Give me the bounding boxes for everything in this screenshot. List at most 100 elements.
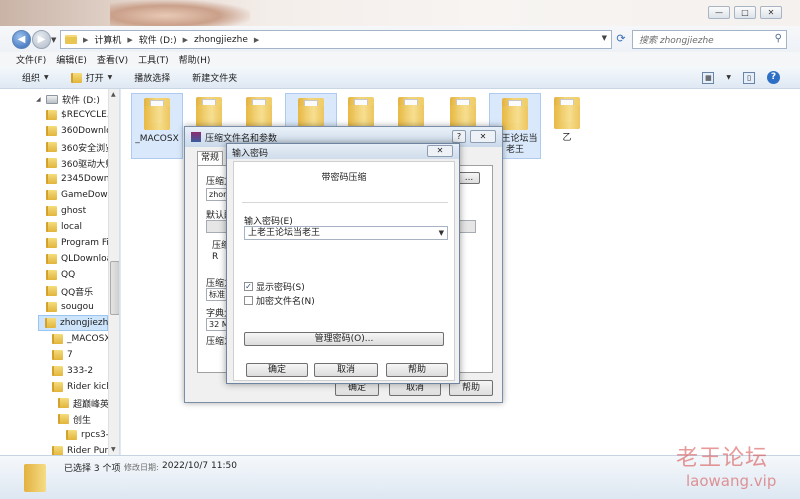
nav-item[interactable]: 360驱动大师: [46, 155, 114, 171]
scrollbar-thumb[interactable]: [110, 261, 119, 315]
menu-tools[interactable]: 工具(T): [138, 53, 169, 66]
chevron-right-icon[interactable]: ▶: [183, 36, 188, 44]
nav-item[interactable]: 360安全浏览: [46, 139, 114, 155]
forward-button[interactable]: ▶: [32, 30, 51, 49]
folder-icon: [58, 414, 69, 424]
back-button[interactable]: ◀: [12, 30, 31, 49]
menu-help[interactable]: 帮助(H): [179, 53, 211, 66]
folder-icon: [46, 190, 57, 200]
organize-button[interactable]: 组织 ▼: [22, 71, 49, 84]
preview-pane-icon[interactable]: ▯: [743, 71, 755, 84]
watermark-url: laowang.vip: [686, 472, 777, 490]
maximize-button[interactable]: □: [734, 6, 756, 19]
folder-icon: [554, 97, 580, 129]
command-bar: 组织 ▼ 打开 ▼ 播放选择 新建文件夹 ▦ ▼ ▯ ?: [0, 67, 800, 89]
file-label: _MACOSX: [135, 134, 179, 144]
folder-icon: [24, 464, 46, 492]
checkbox-checked-icon[interactable]: ✓: [244, 282, 253, 291]
show-password-checkbox[interactable]: ✓ 显示密码(S): [244, 280, 305, 293]
nav-item-label: Rider kick: [67, 382, 112, 392]
folder-icon: [52, 446, 63, 455]
scroll-up-icon[interactable]: ▲: [111, 91, 116, 98]
folder-icon: [52, 382, 63, 392]
help-icon[interactable]: ?: [767, 71, 780, 84]
nav-item[interactable]: Program File: [46, 235, 117, 251]
nav-item[interactable]: 2345Downlo: [46, 171, 117, 187]
chevron-right-icon[interactable]: ▶: [127, 36, 132, 44]
nav-item[interactable]: 创生: [58, 411, 91, 427]
nav-item[interactable]: _MACOSX: [52, 331, 111, 347]
nav-scrollbar[interactable]: ▲ ▼: [108, 89, 119, 455]
scroll-down-icon[interactable]: ▼: [111, 446, 116, 453]
nav-item[interactable]: ghost: [46, 203, 86, 219]
close-button[interactable]: ✕: [427, 145, 453, 157]
nav-item[interactable]: rpcs3-v: [66, 427, 114, 443]
refresh-icon[interactable]: ⟳: [614, 32, 628, 46]
ok-button[interactable]: 确定: [246, 363, 308, 377]
file-item[interactable]: _MACOSX: [131, 93, 183, 159]
chevron-down-icon[interactable]: ▼: [726, 74, 731, 81]
nav-item[interactable]: 333-2: [52, 363, 93, 379]
menu-file[interactable]: 文件(F): [16, 53, 46, 66]
nav-item[interactable]: 7: [52, 347, 73, 363]
watermark-text: 老王论坛: [676, 446, 769, 471]
address-row: ◀ ▶ ▼ ▶ 计算机 ▶ 软件 (D:) ▶ zhongjiezhe ▶ ▼ …: [0, 26, 800, 52]
nav-item-label: sougou: [61, 302, 94, 312]
tab-general[interactable]: 常规: [197, 151, 223, 165]
expand-icon[interactable]: ◢: [36, 96, 42, 103]
search-icon[interactable]: ⚲: [775, 33, 782, 44]
nav-item[interactable]: sougou: [46, 299, 94, 315]
nav-item-label: QQ音乐: [61, 287, 94, 298]
nav-item[interactable]: local: [46, 219, 82, 235]
nav-item[interactable]: QQ: [46, 267, 75, 283]
menu-edit[interactable]: 编辑(E): [56, 53, 87, 66]
search-input[interactable]: 搜索 zhongjiezhe ⚲: [632, 30, 787, 49]
nav-item-drive[interactable]: ◢ 软件 (D:): [36, 91, 100, 107]
view-controls: ▦ ▼ ▯ ?: [702, 71, 780, 84]
nav-item-selected[interactable]: zhongjiezhe: [38, 315, 114, 331]
nav-item-label: ghost: [61, 206, 87, 216]
breadcrumb-drive[interactable]: 软件 (D:): [139, 33, 177, 46]
address-bar[interactable]: ▶ 计算机 ▶ 软件 (D:) ▶ zhongjiezhe ▶ ▼: [60, 30, 612, 49]
encrypt-names-checkbox[interactable]: 加密文件名(N): [244, 294, 315, 307]
nav-item[interactable]: GameDownl: [46, 187, 116, 203]
password-field[interactable]: 上老王论坛当老王 ▼: [244, 226, 448, 240]
chevron-right-icon[interactable]: ▶: [254, 36, 259, 44]
close-button[interactable]: ✕: [470, 130, 496, 143]
browse-button[interactable]: ...: [458, 172, 480, 184]
breadcrumb-folder[interactable]: zhongjiezhe: [194, 35, 248, 45]
history-dropdown-icon[interactable]: ▼: [51, 36, 56, 44]
help-button[interactable]: ?: [452, 130, 466, 143]
format-value[interactable]: R: [212, 252, 218, 262]
nav-item[interactable]: Rider kick: [52, 379, 111, 395]
dialog-title-bar[interactable]: 输入密码 ✕: [227, 144, 459, 159]
nav-item[interactable]: QQ音乐: [46, 283, 93, 299]
close-button[interactable]: ✕: [760, 6, 782, 19]
cancel-button[interactable]: 取消: [314, 363, 378, 377]
minimize-button[interactable]: —: [708, 6, 730, 19]
password-dialog: 输入密码 ✕ 带密码压缩 输入密码(E) 上老王论坛当老王 ▼ ✓ 显示密码(S…: [226, 143, 460, 384]
nav-item-label: zhongjiezhe: [60, 318, 114, 328]
checkbox-unchecked-icon[interactable]: [244, 296, 253, 305]
open-button[interactable]: 打开 ▼: [70, 71, 112, 84]
nav-item[interactable]: 超巅峰英: [58, 395, 109, 411]
nav-item[interactable]: Rider Punc: [52, 443, 115, 455]
view-mode-icon[interactable]: ▦: [702, 71, 715, 84]
folder-icon: [450, 97, 476, 129]
new-folder-button[interactable]: 新建文件夹: [192, 71, 237, 84]
slideshow-button[interactable]: 播放选择: [134, 71, 170, 84]
chevron-right-icon[interactable]: ▶: [83, 36, 88, 44]
nav-item[interactable]: 360Downloa: [46, 123, 117, 139]
help-button[interactable]: 帮助: [386, 363, 448, 377]
folder-icon: [398, 97, 424, 129]
breadcrumb-computer[interactable]: 计算机: [94, 33, 121, 46]
address-dropdown-icon[interactable]: ▼: [602, 34, 607, 42]
file-item[interactable]: 乙: [541, 93, 593, 159]
drive-icon: [46, 94, 58, 104]
winrar-icon: [191, 132, 201, 142]
chevron-down-icon[interactable]: ▼: [439, 227, 444, 239]
nav-item[interactable]: QLDownloac: [46, 251, 117, 267]
menu-view[interactable]: 查看(V): [97, 53, 128, 66]
nav-item-label: 超巅峰英: [73, 399, 110, 410]
manage-passwords-button[interactable]: 管理密码(O)...: [244, 332, 444, 346]
